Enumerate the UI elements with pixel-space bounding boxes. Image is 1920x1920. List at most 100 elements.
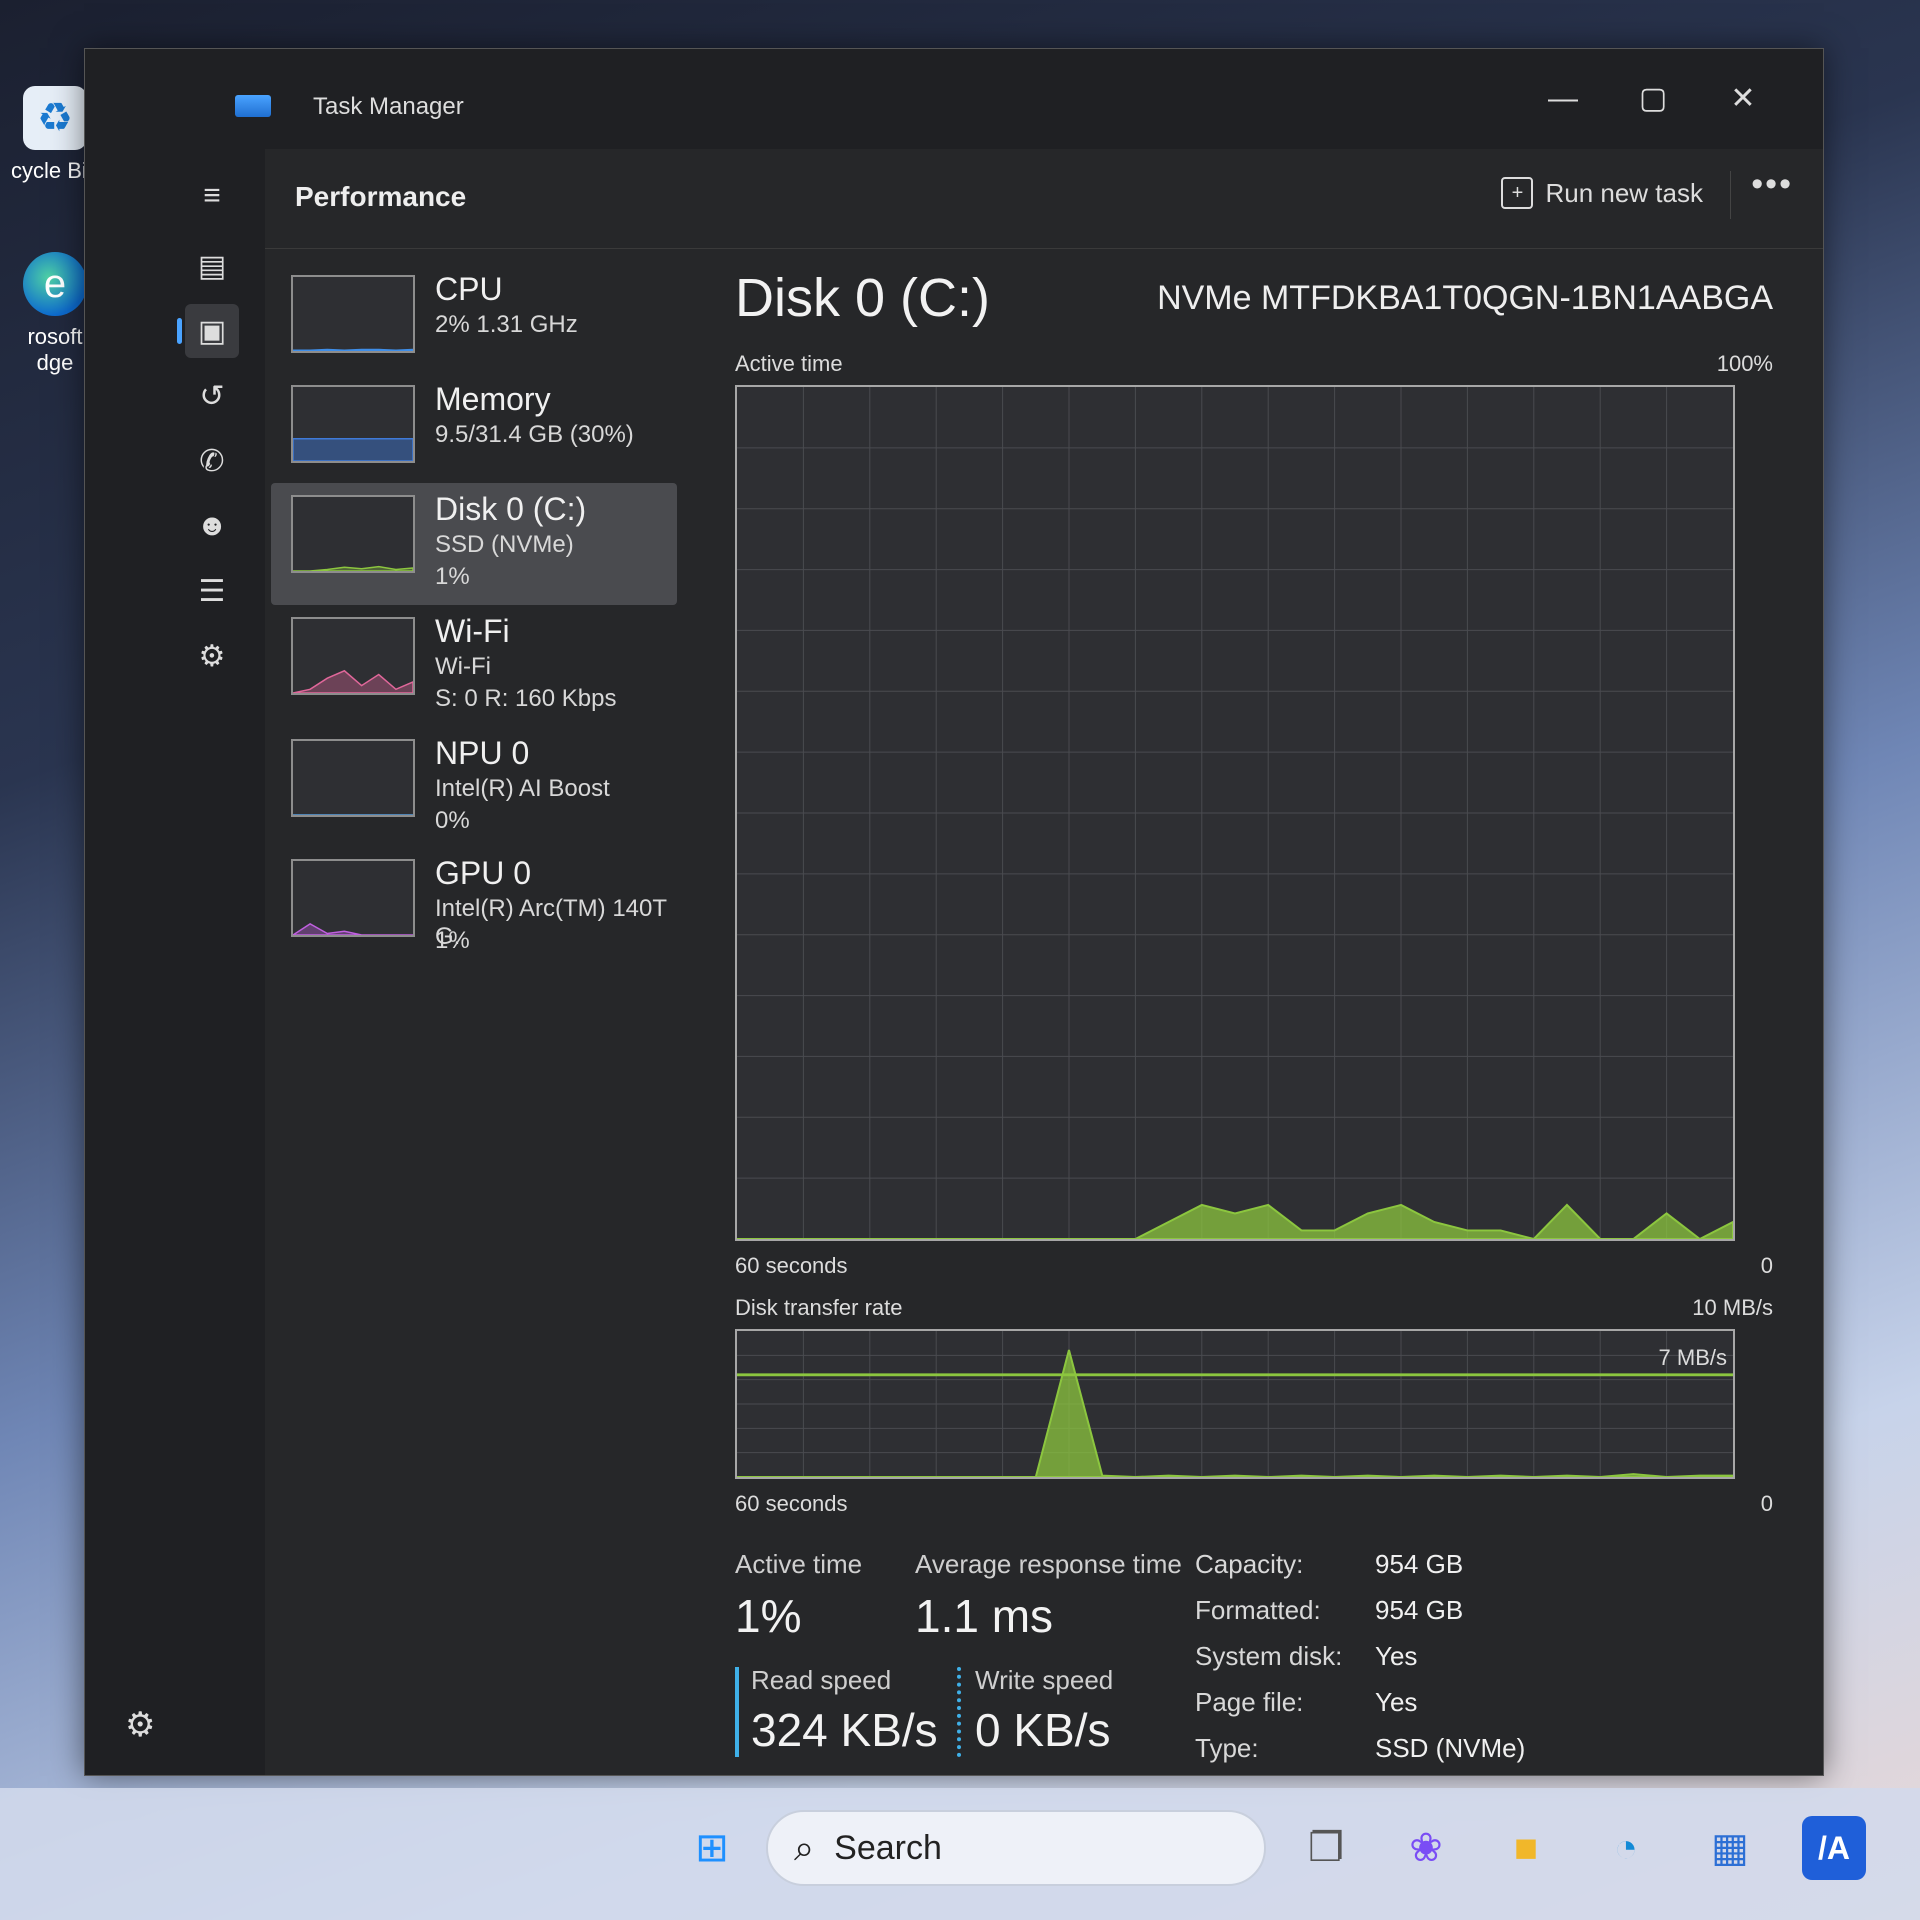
info-value: Yes xyxy=(1375,1687,1418,1717)
minimize-button[interactable]: — xyxy=(1533,79,1593,119)
device-thumbnail xyxy=(291,859,415,937)
startup-apps-icon[interactable]: ✆ xyxy=(185,434,239,488)
settings-icon[interactable]: ⚙ xyxy=(125,1705,155,1745)
device-item[interactable]: NPU 0 Intel(R) AI Boost 0% xyxy=(271,727,677,849)
app-history-icon[interactable]: ↺ xyxy=(185,369,239,423)
page-title: Performance xyxy=(295,181,467,212)
run-new-task-label: Run new task xyxy=(1545,177,1703,208)
window-title: Task Manager xyxy=(313,93,464,120)
transfer-rate-graph: 7 MB/s xyxy=(735,1329,1735,1479)
disk-model: NVMe MTFDKBA1T0QGN-1BN1AABGA xyxy=(1157,279,1773,317)
disk-title: Disk 0 (C:) xyxy=(735,268,990,328)
pinned-app-icon[interactable]: /A xyxy=(1802,1816,1866,1880)
transfer-reference-label: 7 MB/s xyxy=(1658,1345,1727,1370)
active-time-stat-label: Active time xyxy=(735,1549,863,1579)
device-sparkline-area xyxy=(293,669,413,693)
device-name: Memory xyxy=(435,381,551,417)
device-subtitle: 9.5/31.4 GB (30%) xyxy=(435,421,634,448)
performance-icon[interactable]: ▣ xyxy=(177,304,239,358)
device-name: Disk 0 (C:) xyxy=(435,491,587,527)
recycle-bin-icon: ♻ xyxy=(23,86,87,150)
details-icon[interactable]: ☰ xyxy=(185,564,239,618)
store-icon[interactable]: ▦ xyxy=(1698,1816,1762,1880)
info-key: Type: xyxy=(1195,1733,1259,1763)
device-detail: 1% xyxy=(435,563,470,590)
header-divider xyxy=(1730,171,1731,219)
transfer-seconds-label: 60 seconds xyxy=(735,1491,848,1516)
device-sparkline xyxy=(293,348,413,351)
write-speed-label: Write speed xyxy=(975,1665,1114,1695)
task-view-icon[interactable]: ❐ xyxy=(1294,1816,1358,1880)
device-sparkline xyxy=(293,923,413,935)
active-time-chart xyxy=(737,387,1733,1239)
device-subtitle: Intel(R) Arc(TM) 140T G. xyxy=(435,895,667,950)
transfer-rate-max-label: 10 MB/s xyxy=(1692,1295,1773,1320)
write-speed-value: 0 KB/s xyxy=(975,1704,1111,1756)
info-key: Page file: xyxy=(1195,1687,1304,1717)
task-manager-window: Task Manager — ▢ ✕ ⚙ ≡ ▤ ▣ ↺ ✆ ☻ ☰ ⚙ Performanc… xyxy=(84,48,1824,1776)
processes-icon[interactable]: ▤ xyxy=(185,239,239,293)
more-options-icon[interactable]: ••• xyxy=(1751,165,1793,204)
device-name: CPU xyxy=(435,271,503,307)
device-sparkline xyxy=(293,669,413,693)
device-name: Wi-Fi xyxy=(435,613,510,649)
info-key: Formatted: xyxy=(1195,1595,1321,1625)
copilot-icon[interactable]: ❀ xyxy=(1394,1816,1458,1880)
disk-info-table: Capacity: 954 GB Formatted: 954 GB System di… xyxy=(1195,1549,1595,1789)
device-sparkline-area xyxy=(293,438,413,461)
device-detail: S: 0 R: 160 Kbps xyxy=(435,685,617,712)
info-key: Capacity: xyxy=(1195,1549,1304,1579)
disk-detail-panel: Disk 0 (C:) NVMe MTFDKBA1T0QGN-1BN1AABGA… xyxy=(725,249,1783,1775)
device-item[interactable]: Memory 9.5/31.4 GB (30%) xyxy=(271,373,677,495)
maximize-button[interactable]: ▢ xyxy=(1623,79,1683,119)
device-sparkline xyxy=(293,438,413,461)
series-area xyxy=(737,1203,1733,1239)
device-item[interactable]: Wi-Fi Wi-Fi S: 0 R: 160 Kbps xyxy=(271,605,677,727)
nav-rail: ⚙ ≡ ▤ ▣ ↺ ✆ ☻ ☰ ⚙ xyxy=(85,149,265,1775)
start-button[interactable]: ⊞ xyxy=(680,1816,744,1880)
device-sparkline-area xyxy=(293,923,413,935)
active-time-stat-value: 1% xyxy=(735,1590,802,1642)
close-button[interactable]: ✕ xyxy=(1713,79,1773,119)
run-new-task-button[interactable]: + Run new task xyxy=(1501,171,1703,215)
active-time-max-label: 100% xyxy=(1716,351,1773,376)
info-key: System disk: xyxy=(1195,1641,1343,1671)
device-item[interactable]: CPU 2% 1.31 GHz xyxy=(271,263,677,385)
device-sparkline-area xyxy=(293,348,413,351)
info-value: 954 GB xyxy=(1375,1595,1464,1625)
transfer-rate-graph-label: Disk transfer rate xyxy=(735,1295,903,1320)
active-time-seconds-label: 60 seconds xyxy=(735,1253,848,1278)
device-thumbnail xyxy=(291,275,415,353)
device-detail: 0% xyxy=(435,807,470,834)
active-time-zero-label: 0 xyxy=(1760,1253,1773,1278)
search-placeholder: Search xyxy=(834,1828,942,1867)
hamburger-icon[interactable]: ≡ xyxy=(185,169,239,223)
taskbar-search[interactable]: ⌕ Search xyxy=(766,1810,1266,1886)
read-speed-indicator xyxy=(735,1667,739,1757)
device-item[interactable]: GPU 0 Intel(R) Arc(TM) 140T G. 1% xyxy=(271,847,677,969)
write-speed-indicator xyxy=(957,1667,961,1757)
device-sparkline-area xyxy=(293,565,413,571)
device-sparkline xyxy=(293,565,413,571)
info-value: Yes xyxy=(1375,1641,1418,1671)
device-item[interactable]: Disk 0 (C:) SSD (NVMe) 1% xyxy=(271,483,677,605)
device-thumbnail xyxy=(291,739,415,817)
users-icon[interactable]: ☻ xyxy=(185,499,239,553)
title-bar[interactable]: Task Manager — ▢ ✕ xyxy=(85,49,1823,149)
services-icon[interactable]: ⚙ xyxy=(185,629,239,683)
edge-taskbar-icon[interactable]: ◔ xyxy=(1594,1816,1658,1880)
avg-response-label: Average response time xyxy=(915,1549,1182,1579)
active-time-graph xyxy=(735,385,1735,1241)
device-subtitle: 2% 1.31 GHz xyxy=(435,311,578,338)
read-speed-label: Read speed xyxy=(751,1665,892,1695)
device-thumbnail xyxy=(291,495,415,573)
search-icon: ⌕ xyxy=(794,1826,815,1868)
info-value: 954 GB xyxy=(1375,1549,1464,1579)
run-task-icon: + xyxy=(1501,177,1534,209)
avg-response-value: 1.1 ms xyxy=(915,1590,1054,1642)
info-value: SSD (NVMe) xyxy=(1375,1733,1526,1763)
transfer-zero-label: 0 xyxy=(1760,1491,1773,1516)
device-list: CPU 2% 1.31 GHz Memory 9.5/31.4 GB (30%) Dis… xyxy=(265,249,685,1775)
device-subtitle: Wi-Fi xyxy=(435,653,491,680)
file-explorer-icon[interactable]: ■ xyxy=(1494,1816,1558,1880)
